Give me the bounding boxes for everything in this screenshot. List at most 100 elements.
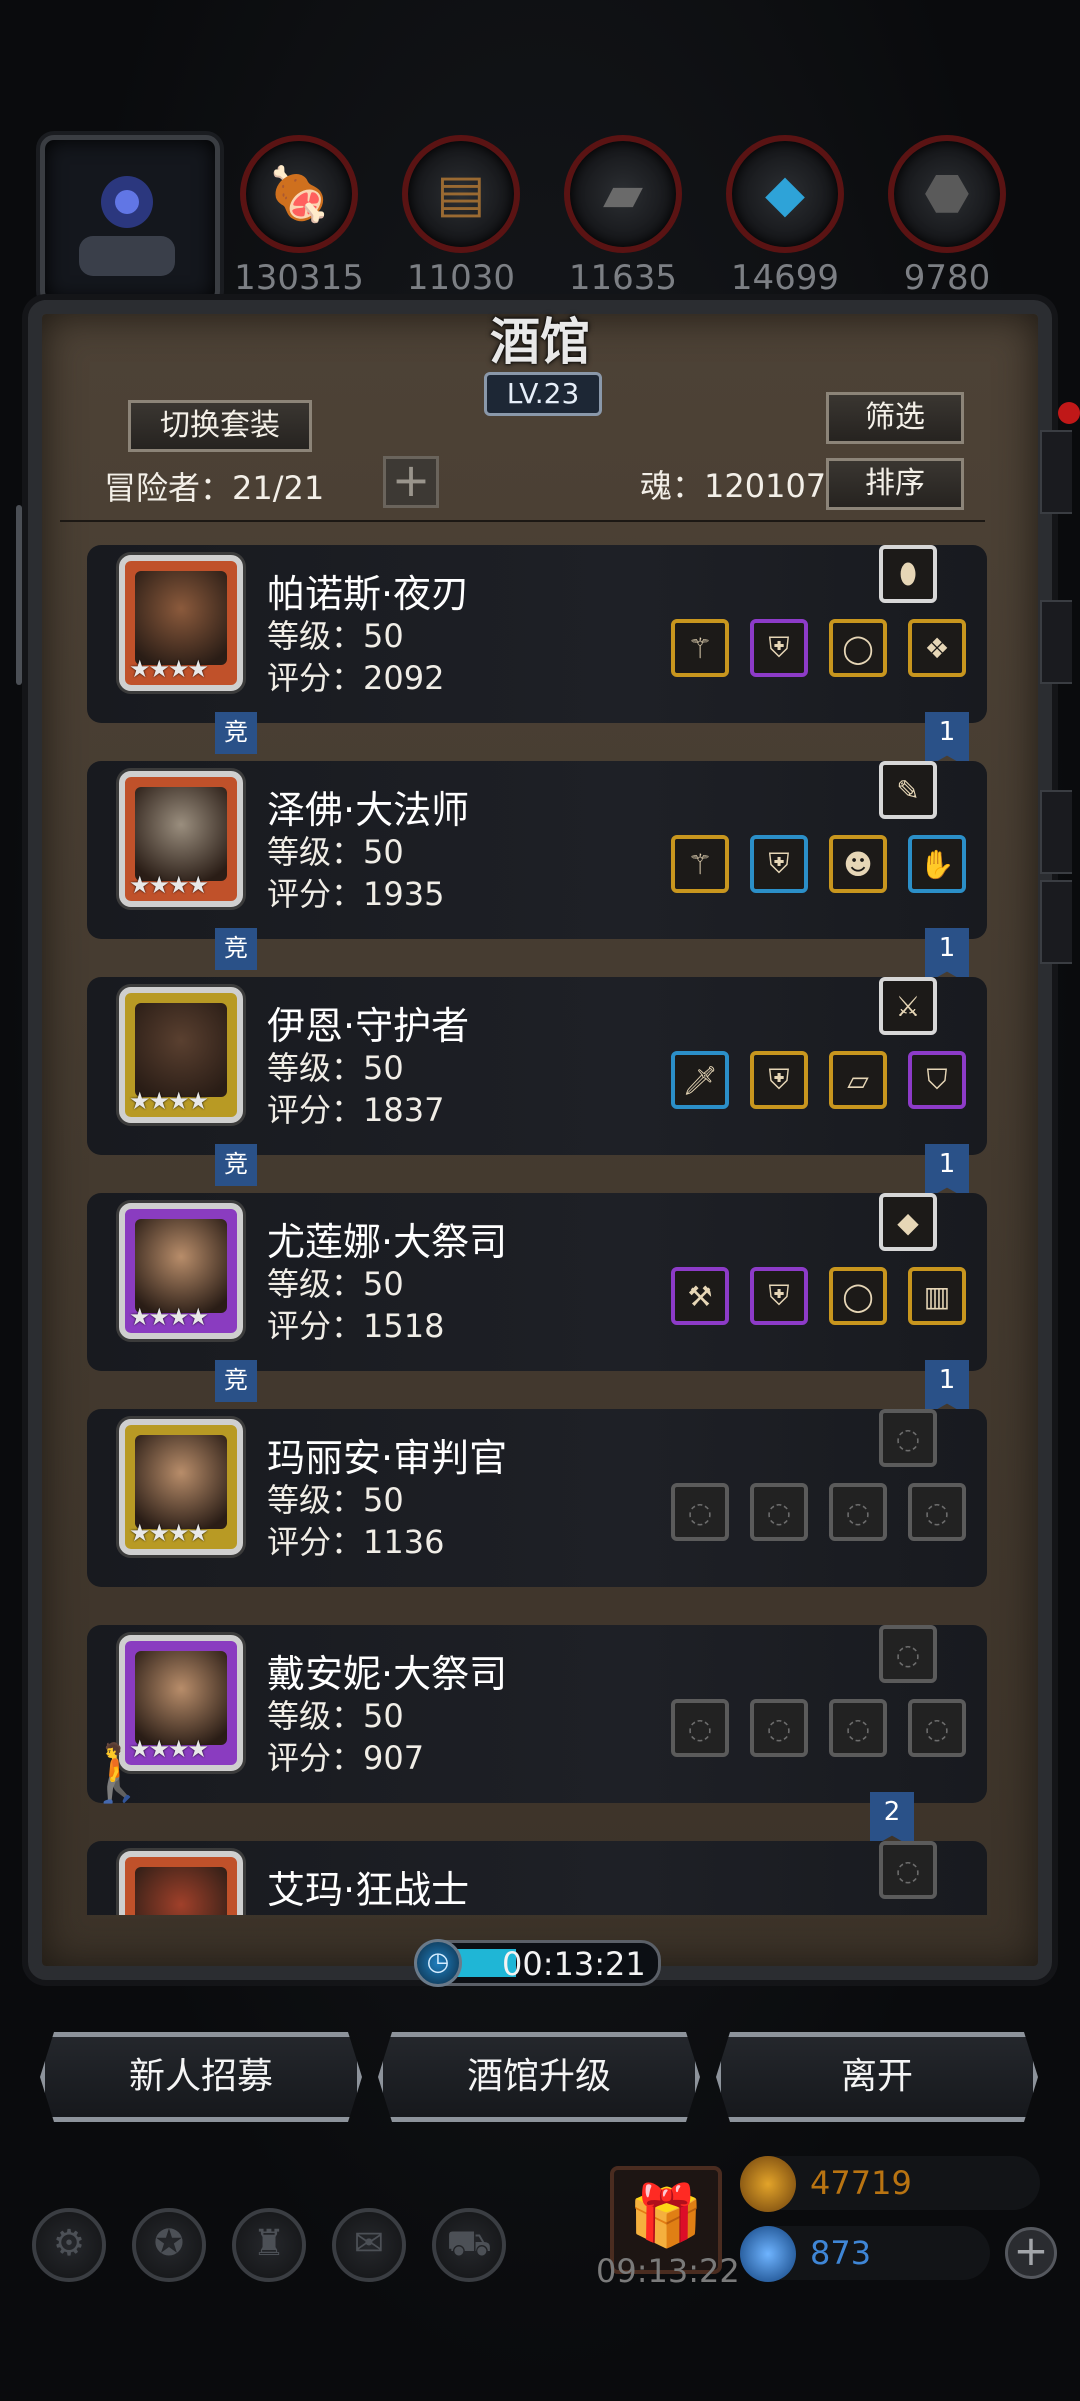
helmet-menu-icon[interactable]: ♜ [232, 2208, 306, 2282]
hero-name: 玛丽安·审判官 [267, 1436, 508, 1480]
empty-slot-icon[interactable]: ◌ [671, 1699, 729, 1757]
armor-icon[interactable]: ⛨ [750, 835, 808, 893]
header-divider [60, 520, 985, 522]
empty-slot-icon[interactable]: ◌ [750, 1483, 808, 1541]
side-tab[interactable] [1040, 600, 1072, 684]
gold-coin-icon [740, 2156, 796, 2212]
achievement-star-icon[interactable]: ✪ [132, 2208, 206, 2282]
empty-slot-icon[interactable]: ◌ [750, 1699, 808, 1757]
resource-slot[interactable]: ▤ [402, 135, 520, 253]
hero-level: 等级：50 [267, 833, 404, 871]
armor-icon[interactable]: ⛨ [750, 1267, 808, 1325]
resource-slot[interactable]: ◆ [726, 135, 844, 253]
pistol-icon[interactable]: ⚔ [879, 977, 937, 1035]
filter-button[interactable]: 筛选 [826, 392, 964, 444]
star-rating: ★★★★ [129, 1303, 209, 1331]
gold-counter: 47719 [740, 2156, 1040, 2212]
hero-card[interactable]: ★★★★ 戴安妮·大祭司 等级：50 评分：907 ◌ ◌ ◌ ◌ ◌ [87, 1625, 987, 1803]
resource-slot[interactable]: ⬣ [888, 135, 1006, 253]
gem-icon[interactable]: ⬮ [879, 545, 937, 603]
gauntlet-icon[interactable]: ✋ [908, 835, 966, 893]
crystal-icon[interactable]: ◆ [879, 1193, 937, 1251]
side-tab[interactable] [1040, 790, 1072, 874]
staff-icon[interactable]: ⚚ [671, 619, 729, 677]
resource-slot[interactable]: 🍖 [240, 135, 358, 253]
switch-set-button[interactable]: 切换套装 [128, 400, 312, 452]
hero-card[interactable]: ★★★★ 帕诺斯·夜刃 等级：50 评分：2092 ⬮ ⚚ ⛨ ◯ ❖ [87, 545, 987, 723]
hero-face-image [135, 1435, 227, 1529]
side-tab[interactable] [1040, 880, 1072, 964]
hero-portrait[interactable]: ★★★★ [119, 771, 243, 907]
hero-card[interactable]: ★★★★ 尤莲娜·大祭司 等级：50 评分：1518 ◆ ⚒ ⛨ ◯ ▥ [87, 1193, 987, 1371]
armor-icon[interactable]: ⛨ [750, 1051, 808, 1109]
empty-slot-icon[interactable]: ◌ [908, 1483, 966, 1541]
staff-icon[interactable]: ⚚ [671, 835, 729, 893]
scrollbar[interactable] [16, 505, 22, 685]
hero-score: 评分：1837 [267, 1091, 445, 1129]
resource-value: 9780 [903, 258, 991, 298]
empty-slot-icon[interactable]: ◌ [879, 1625, 937, 1683]
hero-name: 伊恩·守护者 [267, 1004, 470, 1048]
empty-slot-icon[interactable]: ◌ [879, 1841, 937, 1899]
star-rating: ★★★★ [129, 655, 209, 683]
resource-value: 14699 [730, 258, 840, 298]
hero-list[interactable]: ★★★★ 帕诺斯·夜刃 等级：50 评分：2092 ⬮ ⚚ ⛨ ◯ ❖ 竞 1 ★★★★ 泽佛·大法师等… [55, 530, 1015, 1915]
bracer-icon[interactable]: ▱ [829, 1051, 887, 1109]
mail-icon[interactable]: ✉ [332, 2208, 406, 2282]
ring-icon[interactable]: ◯ [829, 619, 887, 677]
barrel-icon[interactable]: ▥ [908, 1267, 966, 1325]
resource-slot[interactable]: ▰ [564, 135, 682, 253]
feather-icon[interactable]: ✎ [879, 761, 937, 819]
mask-icon[interactable]: ☻ [829, 835, 887, 893]
blue-gem-icon [740, 2226, 796, 2282]
empty-slot-icon[interactable]: ◌ [879, 1409, 937, 1467]
side-tab[interactable] [1040, 430, 1072, 514]
resource-value: 11635 [568, 258, 678, 298]
shield-icon[interactable]: ⛉ [908, 1051, 966, 1109]
amulet-icon[interactable]: ❖ [908, 619, 966, 677]
hammer-icon[interactable]: ⚒ [671, 1267, 729, 1325]
hero-card[interactable]: 艾玛·狂战士 ◌ [87, 1841, 987, 1915]
cart-icon[interactable]: ⛟ [432, 2208, 506, 2282]
tavern-upgrade-button[interactable]: 酒馆升级 [378, 2032, 700, 2122]
hero-face-image [135, 1867, 227, 1915]
hero-name: 尤莲娜·大祭司 [267, 1220, 508, 1264]
hero-level: 等级：50 [267, 1049, 404, 1087]
hero-level: 等级：50 [267, 1697, 404, 1735]
recruit-timer: ◷ 00:13:21 [414, 1939, 661, 1987]
hero-level: 等级：50 [267, 1481, 404, 1519]
hero-face-image [135, 1651, 227, 1745]
meat-icon: 🍖 [240, 135, 358, 253]
empty-slot-icon[interactable]: ◌ [829, 1483, 887, 1541]
hero-card[interactable]: ★★★★ 伊恩·守护者 等级：50 评分：1837 ⚔ 🗡 ⛨ ▱ ⛉ [87, 977, 987, 1155]
hero-portrait[interactable]: ★★★★ [119, 987, 243, 1123]
hero-level: 等级：50 [267, 617, 404, 655]
settings-gear-icon[interactable]: ⚙ [32, 2208, 106, 2282]
ring-icon[interactable]: ◯ [829, 1267, 887, 1325]
gem-counter: 873 [740, 2226, 990, 2282]
hero-name: 泽佛·大法师 [267, 788, 470, 832]
gift-timer: 09:13:22 [596, 2252, 740, 2290]
hero-card[interactable]: ★★★★ 玛丽安·审判官 等级：50 评分：1136 ◌ ◌ ◌ ◌ ◌ [87, 1409, 987, 1587]
player-portrait[interactable] [40, 135, 220, 305]
armor-icon[interactable]: ⛨ [750, 619, 808, 677]
team-ribbon: 2 [870, 1792, 914, 1848]
arena-tag: 竞 [215, 1144, 257, 1186]
hero-card[interactable]: ★★★★ 泽佛·大法师 等级：50 评分：1935 ✎ ⚚ ⛨ ☻ ✋ [87, 761, 987, 939]
sort-button[interactable]: 排序 [826, 458, 964, 510]
empty-slot-icon[interactable]: ◌ [671, 1483, 729, 1541]
hero-portrait[interactable]: ★★★★ [119, 555, 243, 691]
empty-slot-icon[interactable]: ◌ [908, 1699, 966, 1757]
add-adventurer-slot-button[interactable]: + [383, 456, 439, 508]
empty-slot-icon[interactable]: ◌ [829, 1699, 887, 1757]
recruit-button[interactable]: 新人招募 [40, 2032, 362, 2122]
hero-portrait[interactable] [119, 1851, 243, 1915]
hero-portrait[interactable]: ★★★★ [119, 1203, 243, 1339]
gem-value: 873 [810, 2234, 872, 2272]
leave-button[interactable]: 离开 [716, 2032, 1038, 2122]
timer-text: 00:13:21 [502, 1945, 646, 1983]
sword-icon[interactable]: 🗡 [671, 1051, 729, 1109]
wood-icon: ▤ [402, 135, 520, 253]
add-currency-button[interactable]: + [1005, 2227, 1057, 2279]
hero-portrait[interactable]: ★★★★ [119, 1419, 243, 1555]
